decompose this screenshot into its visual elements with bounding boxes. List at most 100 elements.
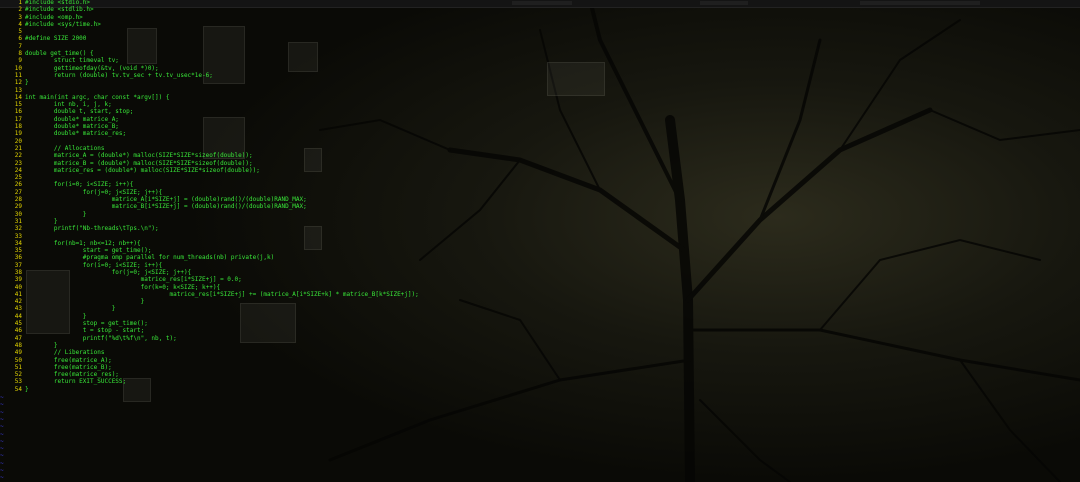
- code-line[interactable]: 34 for(nb=1; nb<=12; nb++){: [0, 240, 1080, 247]
- line-number: 12: [14, 79, 22, 87]
- code-line[interactable]: 24 matrice_res = (double*) malloc(SIZE*S…: [0, 167, 1080, 174]
- code-line[interactable]: 13: [0, 87, 1080, 94]
- terminal-editor[interactable]: 1 #include <stdio.h> 2 #include <stdlib.h> 3…: [0, 0, 1080, 482]
- line-number: 47: [14, 334, 22, 342]
- code-line[interactable]: 22 matrice_A = (double*) malloc(SIZE*SIZ…: [0, 152, 1080, 159]
- code-line[interactable]: 42 }: [0, 298, 1080, 305]
- code-line[interactable]: 41 matrice_res[i*SIZE+j] += (matrice_A[i…: [0, 291, 1080, 298]
- line-number: 35: [14, 247, 22, 255]
- desktop-screen: 1 #include <stdio.h> 2 #include <stdlib.h> 3…: [0, 0, 1080, 482]
- empty-line-marker: ~: [0, 437, 4, 445]
- code-line[interactable]: 32 printf("Nb-threads\tTps.\n");: [0, 225, 1080, 232]
- code-line[interactable]: 45 stop = get_time();: [0, 320, 1080, 327]
- code-line[interactable]: 52 free(matrice_res);: [0, 371, 1080, 378]
- code-line[interactable]: 50 free(matrice_A);: [0, 357, 1080, 364]
- code-line[interactable]: 37 for(i=0; i<SIZE; i++){: [0, 262, 1080, 269]
- code-text: int nb, i, j, k;: [25, 101, 112, 109]
- code-line[interactable]: 15 int nb, i, j, k;: [0, 101, 1080, 108]
- line-number: 9: [18, 57, 22, 65]
- code-text: matrice_A[i*SIZE+j] = (double)rand()/(do…: [25, 196, 307, 204]
- code-line[interactable]: 48 }: [0, 342, 1080, 349]
- code-line[interactable]: 51 free(matrice_B);: [0, 364, 1080, 371]
- code-line[interactable]: 46 t = stop - start;: [0, 327, 1080, 334]
- code-line[interactable]: 9 struct timeval tv;: [0, 57, 1080, 64]
- code-line[interactable]: 23 matrice_B = (double*) malloc(SIZE*SIZ…: [0, 160, 1080, 167]
- code-line[interactable]: 8 double get_time() {: [0, 50, 1080, 57]
- code-line[interactable]: 39 matrice_res[i*SIZE+j] = 0.0;: [0, 276, 1080, 283]
- code-line[interactable]: 21 // Allocations: [0, 145, 1080, 152]
- code-text: for(nb=1; nb<=12; nb++){: [25, 239, 141, 247]
- code-line[interactable]: 26 for(i=0; i<SIZE; i++){: [0, 181, 1080, 188]
- empty-line-marker: ~: [0, 459, 4, 467]
- empty-line-marker: ~: [0, 474, 4, 482]
- code-text: #pragma omp parallel for num_threads(nb)…: [25, 254, 275, 262]
- code-line[interactable]: 11 return (double) tv.tv_sec + tv.tv_use…: [0, 72, 1080, 79]
- code-line[interactable]: 16 double t, start, stop;: [0, 108, 1080, 115]
- code-line[interactable]: 35 start = get_time();: [0, 247, 1080, 254]
- code-text: }: [25, 305, 116, 313]
- code-line[interactable]: 36 #pragma omp parallel for num_threads(…: [0, 254, 1080, 261]
- code-text: for(j=0; j<SIZE; j++){: [25, 188, 163, 196]
- code-line[interactable]: 38 for(j=0; j<SIZE; j++){: [0, 269, 1080, 276]
- empty-line-marker: ~: [0, 467, 4, 474]
- code-line[interactable]: 14 int main(int argc, char const *argv[])…: [0, 94, 1080, 101]
- code-line[interactable]: 18 double* matrice_B;: [0, 123, 1080, 130]
- code-line[interactable]: 31 }: [0, 218, 1080, 225]
- code-text: double* matrice_A;: [25, 115, 119, 123]
- line-number: 40: [14, 283, 22, 291]
- code-line[interactable]: 2 #include <stdlib.h>: [0, 6, 1080, 13]
- code-text: matrice_res = (double*) malloc(SIZE*SIZE…: [25, 166, 260, 174]
- code-line[interactable]: 17 double* matrice_A;: [0, 116, 1080, 123]
- line-number: 4: [18, 20, 22, 28]
- code-line[interactable]: 3 #include <omp.h>: [0, 14, 1080, 21]
- line-number: 37: [14, 261, 22, 269]
- empty-line-marker: ~: [0, 401, 4, 409]
- line-number: 32: [14, 225, 22, 233]
- code-line[interactable]: 25: [0, 174, 1080, 181]
- line-number: 50: [14, 356, 22, 364]
- code-line[interactable]: 33: [0, 233, 1080, 240]
- line-number: 43: [14, 305, 22, 313]
- code-text: free(matrice_B);: [25, 363, 112, 371]
- code-text: for(i=0; i<SIZE; i++){: [25, 181, 134, 189]
- line-number: 48: [14, 341, 22, 349]
- line-number: 41: [14, 290, 22, 298]
- code-text: #include <stdlib.h>: [25, 6, 94, 14]
- code-text: double t, start, stop;: [25, 108, 134, 116]
- code-line[interactable]: 10 gettimeofday(&tv, (void *)0);: [0, 65, 1080, 72]
- code-text: for(i=0; i<SIZE; i++){: [25, 261, 163, 269]
- code-line[interactable]: 53 return EXIT_SUCCESS;: [0, 378, 1080, 385]
- code-line[interactable]: 47 printf("%d\t%f\n", nb, t);: [0, 335, 1080, 342]
- code-line[interactable]: 27 for(j=0; j<SIZE; j++){: [0, 189, 1080, 196]
- code-text: }: [25, 341, 58, 349]
- line-number: 22: [14, 152, 22, 160]
- code-line[interactable]: 44 }: [0, 313, 1080, 320]
- code-line[interactable]: 12}: [0, 79, 1080, 86]
- line-number: 16: [14, 108, 22, 116]
- code-text: #include <omp.h>: [25, 13, 83, 21]
- code-line[interactable]: 28 matrice_A[i*SIZE+j] = (double)rand()/…: [0, 196, 1080, 203]
- line-number: 36: [14, 254, 22, 262]
- code-line[interactable]: 43 }: [0, 305, 1080, 312]
- code-line[interactable]: 30 }: [0, 211, 1080, 218]
- code-text: return (double) tv.tv_sec + tv.tv_usec*1…: [25, 71, 213, 79]
- code-line[interactable]: 20: [0, 138, 1080, 145]
- code-line[interactable]: 54}: [0, 386, 1080, 393]
- code-text: double* matrice_res;: [25, 130, 127, 138]
- line-number: 21: [14, 144, 22, 152]
- code-line[interactable]: 7: [0, 43, 1080, 50]
- code-line[interactable]: 6 #define SIZE 2000: [0, 35, 1080, 42]
- code-line[interactable]: 19 double* matrice_res;: [0, 130, 1080, 137]
- code-text: matrice_res[i*SIZE+j] = 0.0;: [25, 276, 242, 284]
- code-line[interactable]: 5: [0, 28, 1080, 35]
- line-number: 6: [18, 35, 22, 43]
- code-line[interactable]: 4 #include <sys/time.h>: [0, 21, 1080, 28]
- code-text: #define SIZE 2000: [25, 35, 87, 43]
- code-line[interactable]: 29 matrice_B[i*SIZE+j] = (double)rand()/…: [0, 203, 1080, 210]
- line-number: 38: [14, 268, 22, 276]
- code-text: stop = get_time();: [25, 320, 148, 328]
- code-line[interactable]: 49 // Liberations: [0, 349, 1080, 356]
- code-text: #include <stdio.h>: [25, 0, 91, 6]
- code-line[interactable]: 40 for(k=0; k<SIZE; k++){: [0, 284, 1080, 291]
- line-number: 7: [18, 42, 22, 50]
